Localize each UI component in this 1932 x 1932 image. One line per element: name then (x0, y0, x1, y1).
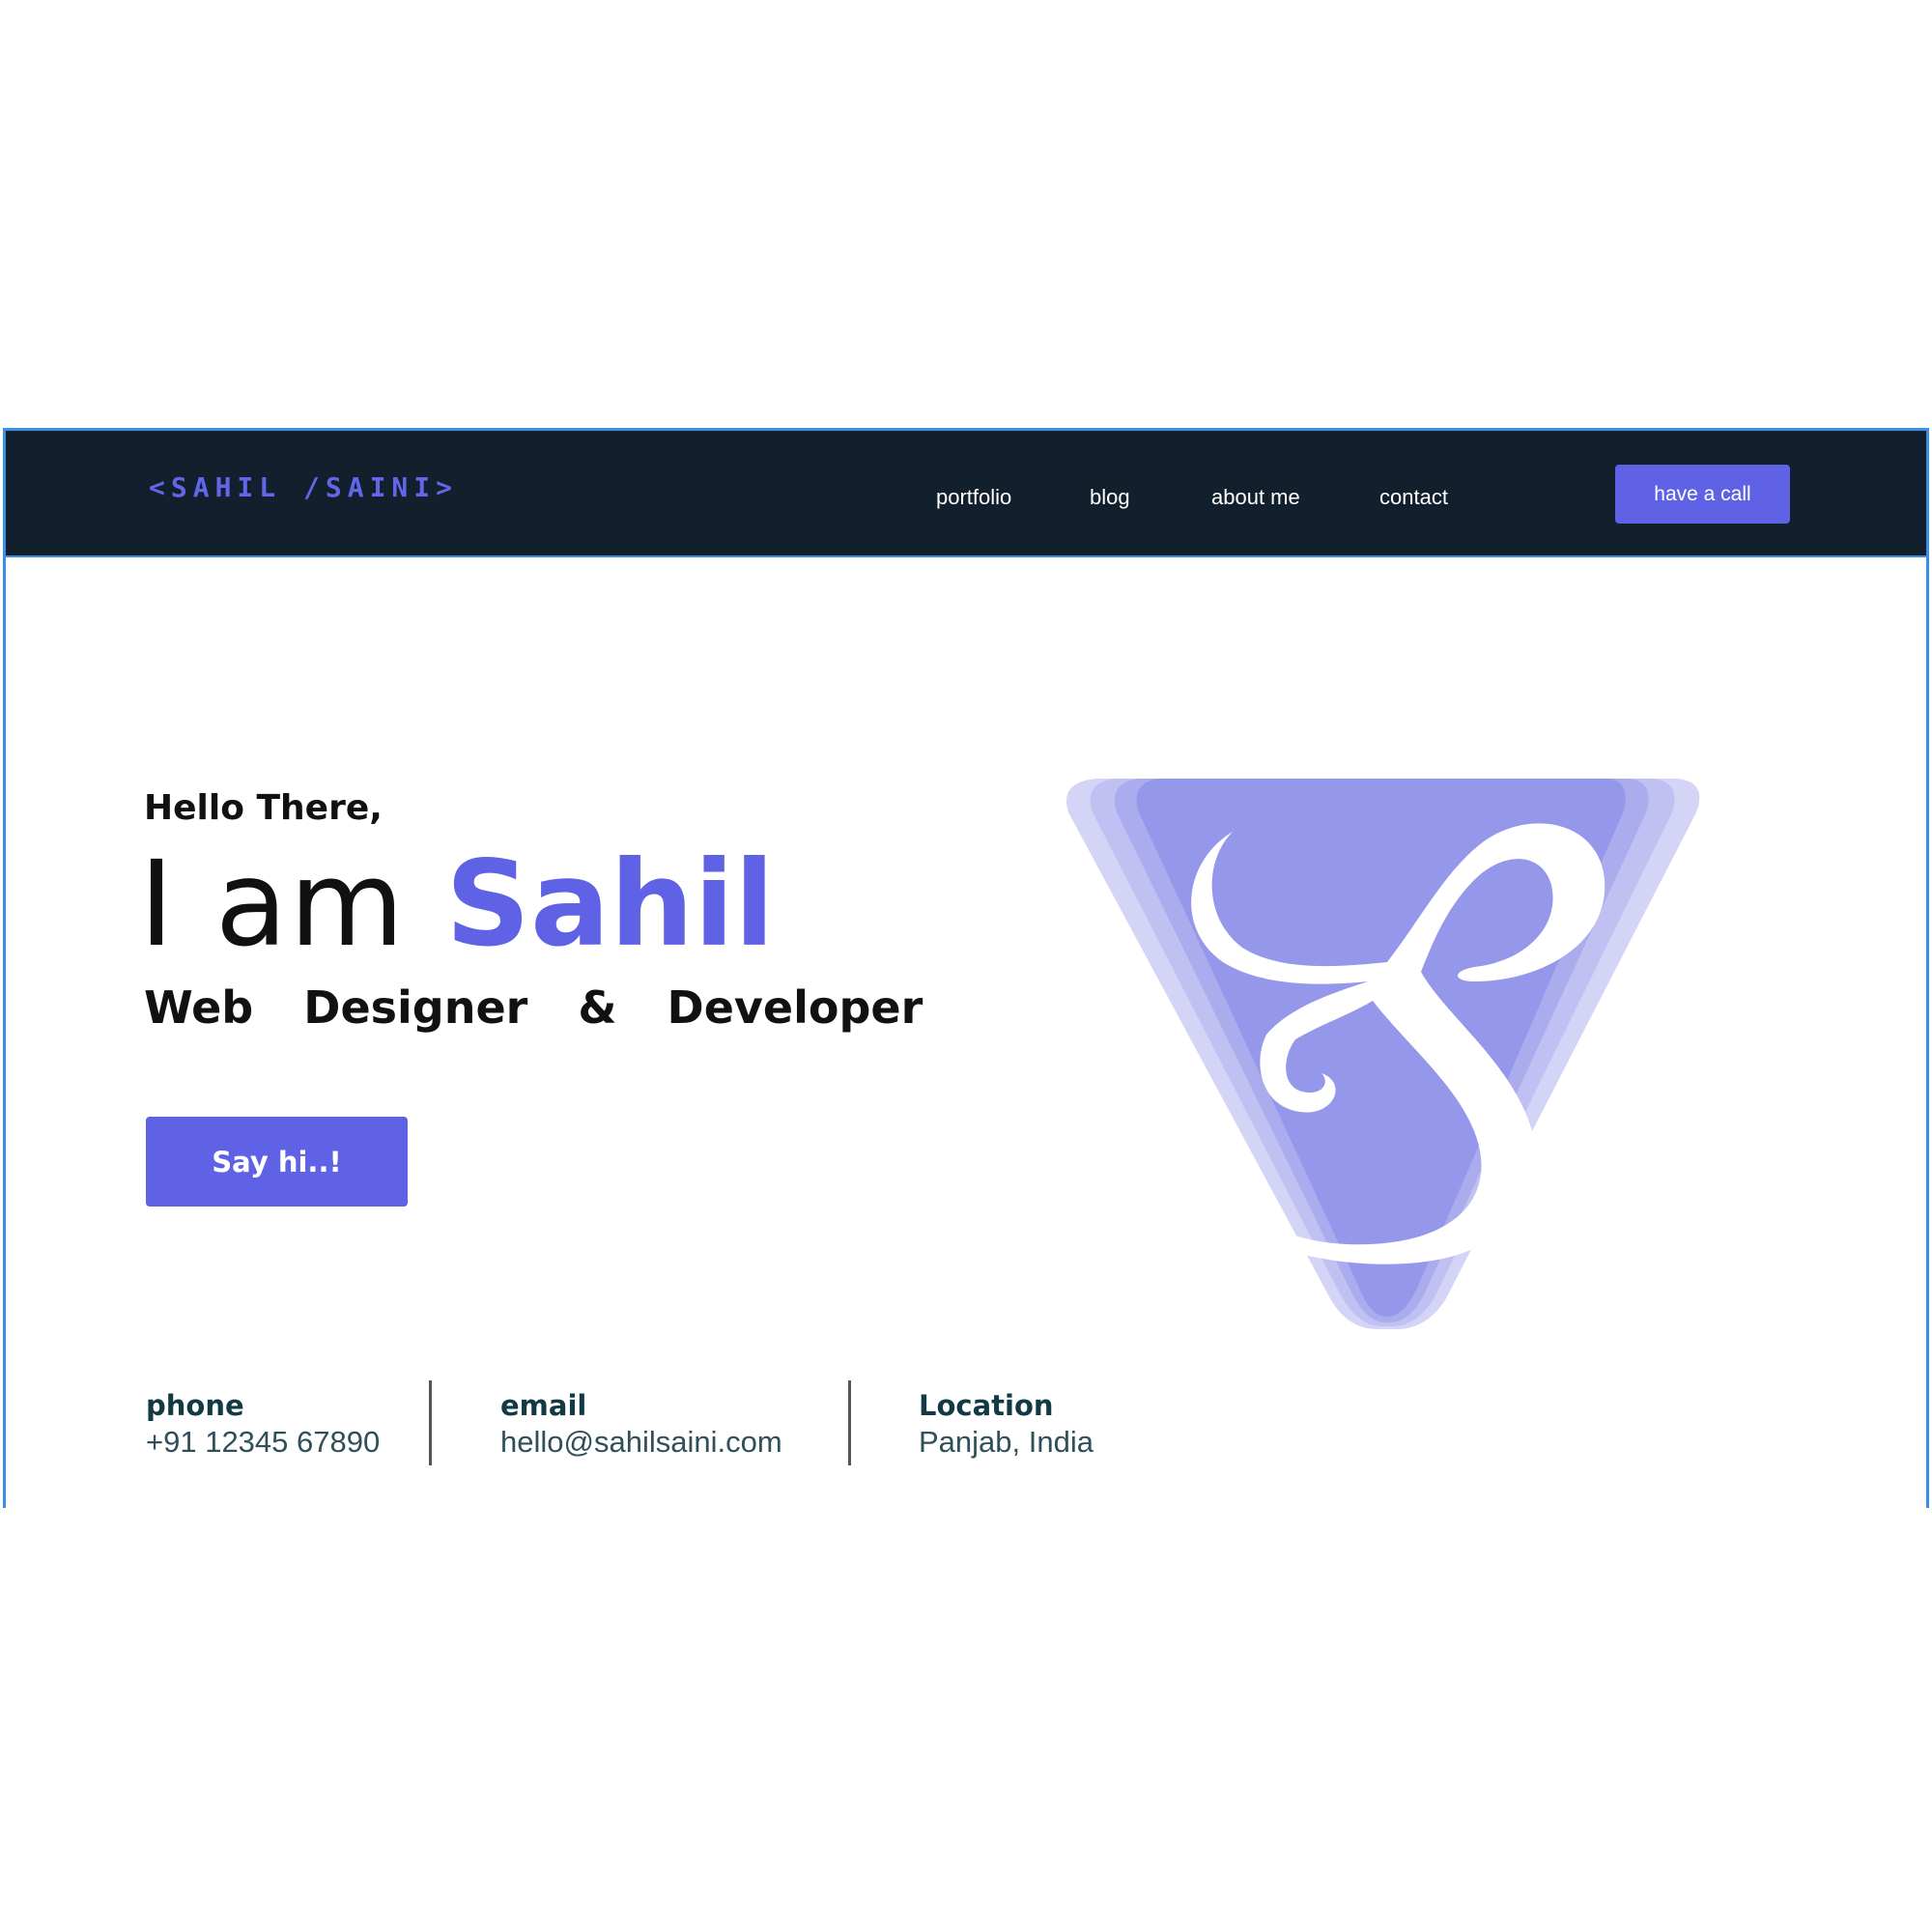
contact-divider (848, 1380, 851, 1465)
hero-greeting: Hello There, (144, 788, 383, 828)
s-monogram-emblem-icon (1066, 779, 1700, 1329)
headline-prefix: I am (139, 836, 446, 973)
hero-role: Web Designer & Developer (144, 981, 923, 1034)
nav-link-about-me[interactable]: about me (1211, 485, 1300, 510)
phone-value[interactable]: +91 12345 67890 (146, 1424, 380, 1461)
location-value: Panjab, India (919, 1425, 1094, 1459)
hero-headline: I am Sahil (139, 841, 775, 967)
nav-link-contact[interactable]: contact (1379, 485, 1448, 510)
phone-label: phone (146, 1389, 244, 1422)
contact-phone: phone +91 12345 67890 (146, 1387, 380, 1461)
contact-divider (429, 1380, 432, 1465)
headline-name: Sahil (445, 836, 775, 973)
site-logo[interactable]: <SAHIL /SAINI> (149, 471, 458, 503)
have-a-call-button[interactable]: have a call (1615, 465, 1790, 524)
say-hi-button[interactable]: Say hi..! (146, 1117, 408, 1207)
top-navbar: <SAHIL /SAINI> portfolio blog about me c… (6, 431, 1926, 557)
location-label: Location (919, 1389, 1054, 1422)
email-label: email (500, 1389, 587, 1422)
contact-location: Location Panjab, India (919, 1387, 1094, 1461)
browser-frame: <SAHIL /SAINI> portfolio blog about me c… (3, 428, 1929, 1508)
nav-link-blog[interactable]: blog (1090, 485, 1130, 510)
contact-email: email hello@sahilsaini.com (500, 1387, 782, 1461)
nav-link-portfolio[interactable]: portfolio (936, 485, 1011, 510)
email-value[interactable]: hello@sahilsaini.com (500, 1424, 782, 1461)
